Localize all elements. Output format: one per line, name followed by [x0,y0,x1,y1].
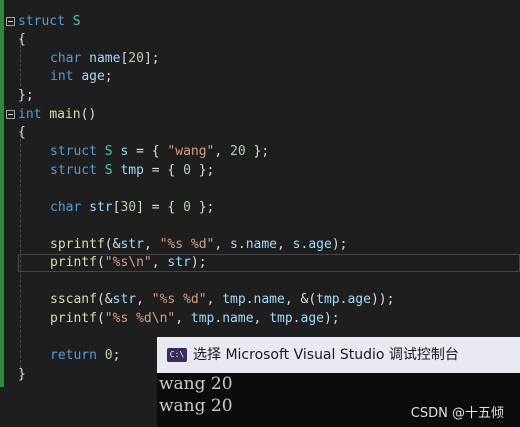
code-line-9: struct S tmp = { 0 }; [50,163,215,178]
code-line-1: struct S [18,14,81,29]
code-line-2: { [18,32,26,47]
console-output-line: wang 20 [159,374,233,394]
code-line-17: printf("%s %d\n", tmp.name, tmp.age); [50,311,340,326]
code-line-3: char name[20]; [50,51,160,66]
code-line-11: char str[30] = { 0 }; [50,200,215,215]
code-line-14: printf("%s\n", str); [50,255,207,270]
console-title-bar[interactable]: C:\ 选择 Microsoft Visual Studio 调试控制台 [157,337,520,373]
code-line-20: } [18,367,26,382]
watermark: CSDN @十五倾 [410,406,504,421]
code-line-13: sprintf(&str, "%s %d", s.name, s.age); [50,237,348,252]
code-line-6: int main() [18,107,97,122]
console-output-line: wang 20 [159,396,233,416]
code-line-5: }; [18,88,34,103]
code-line-4: int age; [50,69,113,84]
console-app-icon: C:\ [167,348,187,362]
code-line-19: return 0; [50,348,121,363]
code-editor[interactable]: struct S { char name[20]; int age; }; in… [0,0,520,387]
code-line-8: struct S s = { "wang", 20 }; [50,144,270,159]
collapse-main-icon[interactable] [6,110,15,119]
collapse-struct-icon[interactable] [6,17,15,26]
console-title: 选择 Microsoft Visual Studio 调试控制台 [193,347,459,363]
code-line-7: { [18,125,26,140]
code-line-16: sscanf(&str, "%s %d", tmp.name, &(tmp.ag… [50,292,395,307]
